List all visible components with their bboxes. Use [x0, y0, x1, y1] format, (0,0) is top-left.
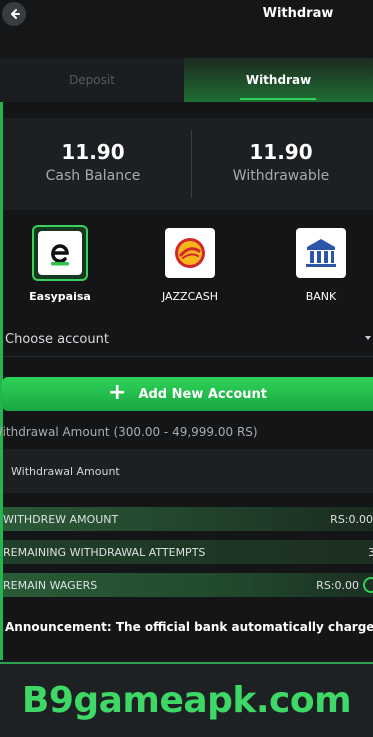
back-arrow-icon [11, 9, 20, 19]
withdrawal-amount-input[interactable] [3, 449, 373, 493]
announcement-text: Announcement: The official bank automati… [5, 620, 373, 634]
jazzcash-logo-icon [175, 238, 205, 268]
jazzcash-tile [165, 228, 215, 278]
method-easypaisa[interactable]: Easypaisa [10, 225, 110, 303]
tab-withdraw-label: Withdraw [245, 73, 312, 87]
remain-wagers-label: REMAIN WAGERS [3, 578, 98, 592]
choose-account-text: Choose account [5, 332, 109, 347]
add-new-account-button[interactable]: + Add New Account [2, 377, 373, 411]
method-label-bank: BANK [305, 290, 337, 303]
tab-withdraw[interactable]: Withdraw [184, 58, 373, 102]
tab-bar: Deposit Withdraw [0, 58, 373, 102]
easypaisa-tile [32, 225, 88, 281]
wager-info-icon[interactable] [363, 577, 373, 593]
remaining-attempts-label: REMAINING WITHDRAWAL ATTEMPTS [3, 545, 206, 559]
withdrawal-amount-hint: Withdrawal Amount (300.00 - 49,999.00 RS… [0, 425, 373, 439]
chevron-down-icon [365, 336, 371, 340]
add-new-account-label: Add New Account [138, 386, 267, 402]
back-button[interactable] [2, 2, 26, 26]
remaining-attempts-row: REMAINING WITHDRAWAL ATTEMPTS 3 [3, 540, 373, 564]
withdrawable-value: 11.90 [249, 140, 313, 164]
withdrawable-label: Withdrawable [232, 168, 330, 184]
withdrawal-amount-hint-text: Withdrawal Amount (300.00 - 49,999.00 RS… [0, 425, 258, 439]
remain-wagers-value: RS:0.00 [316, 578, 359, 592]
balance-card: 11.90 Cash Balance 11.90 Withdrawable [3, 118, 373, 210]
plus-icon: + [108, 380, 127, 405]
method-jazzcash[interactable]: JAZZCASH [140, 228, 240, 303]
page-title: Withdraw [262, 6, 334, 21]
withdraw-screen: Withdraw Deposit Withdraw 11.90 Cash Bal… [0, 0, 373, 660]
remain-wagers-row: REMAIN WAGERS RS:0.00 [3, 573, 373, 597]
tab-active-indicator [240, 98, 316, 100]
cash-balance-label: Cash Balance [45, 168, 141, 184]
cash-balance: 11.90 Cash Balance [3, 140, 183, 184]
easypaisa-logo-icon [51, 244, 69, 266]
method-label-jazzcash: JAZZCASH [161, 290, 219, 303]
method-bank[interactable]: BANK [271, 228, 371, 303]
withdrew-amount-label: WITHDREW AMOUNT [3, 512, 119, 526]
method-label-easypaisa: Easypaisa [29, 290, 91, 303]
withdrew-amount-row: WITHDREW AMOUNT RS:0.00 [3, 507, 373, 531]
remaining-attempts-value: 3 [368, 545, 373, 559]
cash-balance-value: 11.90 [61, 140, 125, 164]
tab-deposit[interactable]: Deposit [0, 58, 184, 102]
watermark-banner: B9gameapk.com [0, 662, 373, 737]
watermark-text: B9gameapk.com [21, 680, 352, 721]
choose-account-select[interactable]: Choose account [3, 323, 373, 357]
bank-icon [306, 239, 336, 267]
top-bar: Withdraw [0, 0, 373, 58]
bank-tile [296, 228, 346, 278]
withdrew-amount-value: RS:0.00 [330, 512, 373, 526]
withdrawable-balance: 11.90 Withdrawable [191, 140, 371, 184]
